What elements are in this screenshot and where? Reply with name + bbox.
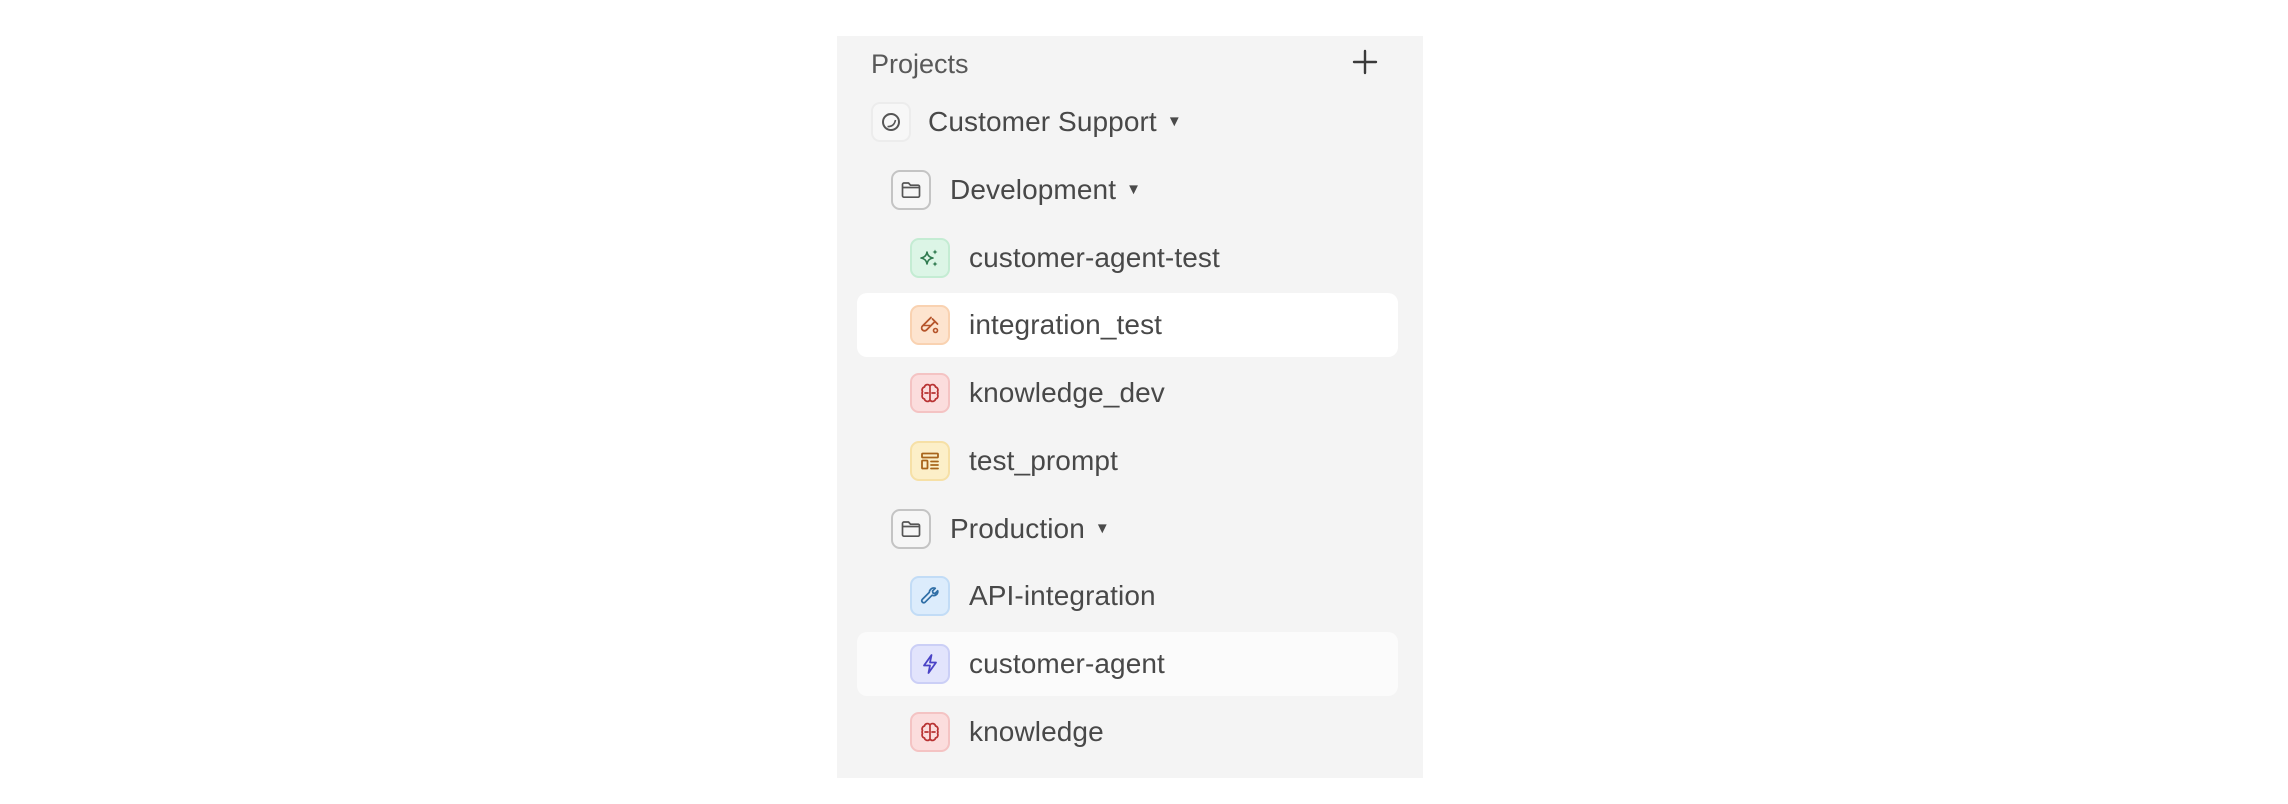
projects-title: Projects	[871, 49, 969, 79]
brain-icon	[910, 712, 950, 752]
project-circle-icon	[871, 102, 911, 142]
tree-item-api-integration[interactable]: API-integration	[857, 564, 1398, 628]
tree-folder-development[interactable]: Development ▼	[857, 158, 1398, 222]
item-label: knowledge	[969, 716, 1104, 747]
test-tube-icon	[910, 305, 950, 345]
plus-icon	[1352, 49, 1378, 75]
chevron-down-icon[interactable]: ▼	[1126, 158, 1141, 222]
lightning-icon	[910, 644, 950, 684]
tree-project-customer-support[interactable]: Customer Support ▼	[857, 90, 1398, 154]
projects-header: Projects	[837, 36, 1423, 92]
folder-icon	[891, 509, 931, 549]
projects-sidebar: Projects Customer Support ▼ Development ▼	[837, 36, 1423, 778]
sparkles-icon	[910, 238, 950, 278]
wrench-icon	[910, 576, 950, 616]
item-label: customer-agent	[969, 648, 1165, 679]
tree-item-knowledge-dev[interactable]: knowledge_dev	[857, 361, 1398, 425]
item-label: customer-agent-test	[969, 242, 1220, 273]
add-project-button[interactable]	[1349, 46, 1381, 78]
folder-icon	[891, 170, 931, 210]
item-label: integration_test	[969, 309, 1163, 340]
item-label: knowledge_dev	[969, 377, 1165, 408]
tree-item-test-prompt[interactable]: test_prompt	[857, 429, 1398, 493]
tree-folder-production[interactable]: Production ▼	[857, 497, 1398, 561]
tree-item-integration-test[interactable]: integration_test	[857, 293, 1398, 357]
folder-label: Production	[950, 513, 1085, 544]
project-label: Customer Support	[928, 106, 1157, 137]
item-label: test_prompt	[969, 445, 1118, 476]
brain-icon	[910, 373, 950, 413]
tree-item-customer-agent-test[interactable]: customer-agent-test	[857, 226, 1398, 290]
chevron-down-icon[interactable]: ▼	[1095, 497, 1110, 561]
chevron-down-icon[interactable]: ▼	[1167, 90, 1182, 154]
tree-item-knowledge[interactable]: knowledge	[857, 700, 1398, 764]
folder-label: Development	[950, 174, 1117, 205]
tree-item-customer-agent[interactable]: customer-agent	[857, 632, 1398, 696]
layout-template-icon	[910, 441, 950, 481]
item-label: API-integration	[969, 580, 1156, 611]
